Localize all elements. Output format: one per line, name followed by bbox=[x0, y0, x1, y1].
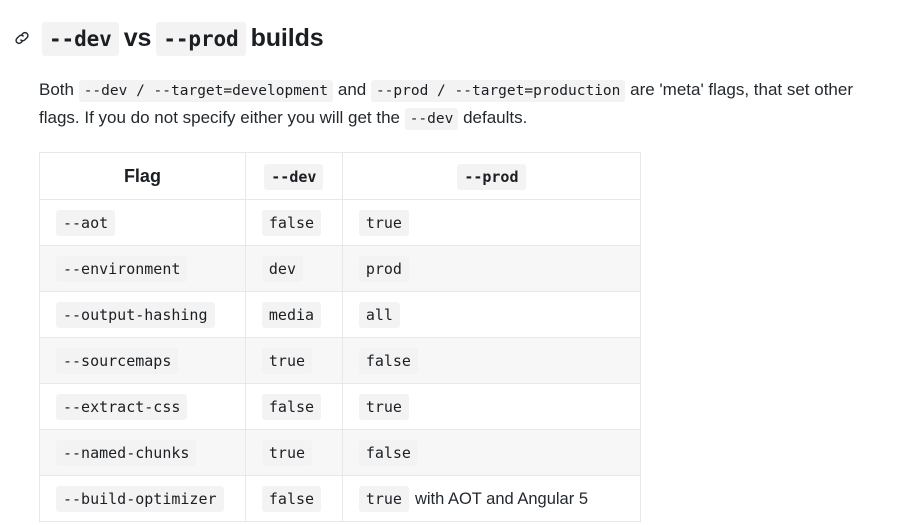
flags-comparison-table: Flag --dev --prod --aot false true --env… bbox=[39, 152, 642, 522]
intro-code-dev-target: --dev / --target=development bbox=[78, 80, 334, 102]
cell-flag: --environment bbox=[39, 245, 246, 292]
intro-paragraph: Both --dev / --target=development and --… bbox=[39, 76, 884, 132]
dev-value: false bbox=[261, 485, 322, 512]
prod-value: false bbox=[358, 439, 418, 466]
table-row: --sourcemaps true false bbox=[39, 337, 642, 384]
dev-value: false bbox=[261, 393, 322, 420]
cell-flag: --output-hashing bbox=[39, 291, 246, 338]
table-row: --build-optimizer false true with AOT and… bbox=[39, 475, 642, 522]
flag-name: --output-hashing bbox=[56, 301, 215, 328]
cell-flag: --aot bbox=[39, 199, 246, 246]
column-header-dev: --dev bbox=[244, 152, 343, 200]
flag-name: --build-optimizer bbox=[56, 485, 224, 512]
table-body: --aot false true --environment dev prod … bbox=[39, 199, 642, 522]
column-header-flag: Flag bbox=[39, 152, 246, 200]
flag-name: --extract-css bbox=[56, 393, 188, 420]
cell-prod: true with AOT and Angular 5 bbox=[341, 475, 642, 522]
dev-value: dev bbox=[261, 255, 303, 282]
column-header-prod: --prod bbox=[341, 152, 642, 200]
cell-prod: true bbox=[341, 383, 642, 430]
cell-flag: --extract-css bbox=[39, 383, 246, 430]
flag-name: --sourcemaps bbox=[56, 347, 179, 374]
page-root: --dev vs --prod builds Both --dev / --targe… bbox=[0, 0, 906, 525]
column-header-flag-label: Flag bbox=[123, 165, 161, 186]
column-header-prod-label: --prod bbox=[457, 163, 526, 190]
cell-prod: false bbox=[341, 429, 642, 476]
table-row: --aot false true bbox=[39, 199, 642, 246]
table-row: --extract-css false true bbox=[39, 383, 642, 430]
table-row: --output-hashing media all bbox=[39, 291, 642, 338]
intro-code-prod-target: --prod / --target=production bbox=[370, 80, 626, 102]
cell-dev: false bbox=[244, 383, 343, 430]
intro-text-4: defaults. bbox=[458, 108, 528, 127]
page-title: --dev vs --prod builds bbox=[42, 21, 329, 56]
cell-dev: false bbox=[244, 199, 343, 246]
cell-prod: false bbox=[341, 337, 642, 384]
heading-word-vs: vs bbox=[123, 23, 152, 52]
cell-dev: media bbox=[244, 291, 343, 338]
flag-name: --named-chunks bbox=[56, 439, 197, 466]
intro-text-2: and bbox=[333, 80, 371, 99]
link-icon[interactable] bbox=[12, 28, 32, 48]
prod-value: false bbox=[358, 347, 418, 374]
prod-value: true bbox=[358, 393, 409, 420]
table-header-row: Flag --dev --prod bbox=[39, 152, 642, 200]
cell-flag: --sourcemaps bbox=[39, 337, 246, 384]
heading-code-dev: --dev bbox=[42, 21, 119, 56]
cell-dev: true bbox=[244, 429, 343, 476]
cell-flag: --build-optimizer bbox=[39, 475, 246, 522]
dev-value: true bbox=[261, 439, 313, 466]
prod-value: all bbox=[358, 301, 400, 328]
dev-value: false bbox=[261, 209, 322, 236]
flag-name: --environment bbox=[56, 255, 188, 282]
intro-text-1: Both bbox=[39, 80, 79, 99]
table-row: --named-chunks true false bbox=[39, 429, 642, 476]
table-row: --environment dev prod bbox=[39, 245, 642, 292]
dev-value: media bbox=[261, 301, 322, 328]
cell-dev: true bbox=[244, 337, 343, 384]
heading-word-builds: builds bbox=[250, 23, 324, 52]
cell-prod: all bbox=[341, 291, 642, 338]
prod-value: true bbox=[358, 209, 409, 236]
dev-value: true bbox=[261, 347, 313, 374]
cell-flag: --named-chunks bbox=[39, 429, 246, 476]
flag-name: --aot bbox=[56, 209, 116, 236]
table-head: Flag --dev --prod bbox=[39, 152, 642, 200]
cell-dev: false bbox=[244, 475, 343, 522]
prod-value-note: with AOT and Angular 5 bbox=[414, 489, 588, 508]
section-heading: --dev vs --prod builds bbox=[12, 18, 329, 58]
prod-value: true bbox=[358, 485, 409, 512]
cell-prod: prod bbox=[341, 245, 642, 292]
cell-prod: true bbox=[341, 199, 642, 246]
heading-code-prod: --prod bbox=[156, 21, 246, 56]
cell-dev: dev bbox=[244, 245, 343, 292]
intro-code-dev: --dev bbox=[404, 108, 459, 130]
prod-value: prod bbox=[358, 255, 409, 282]
column-header-dev-label: --dev bbox=[264, 163, 324, 190]
